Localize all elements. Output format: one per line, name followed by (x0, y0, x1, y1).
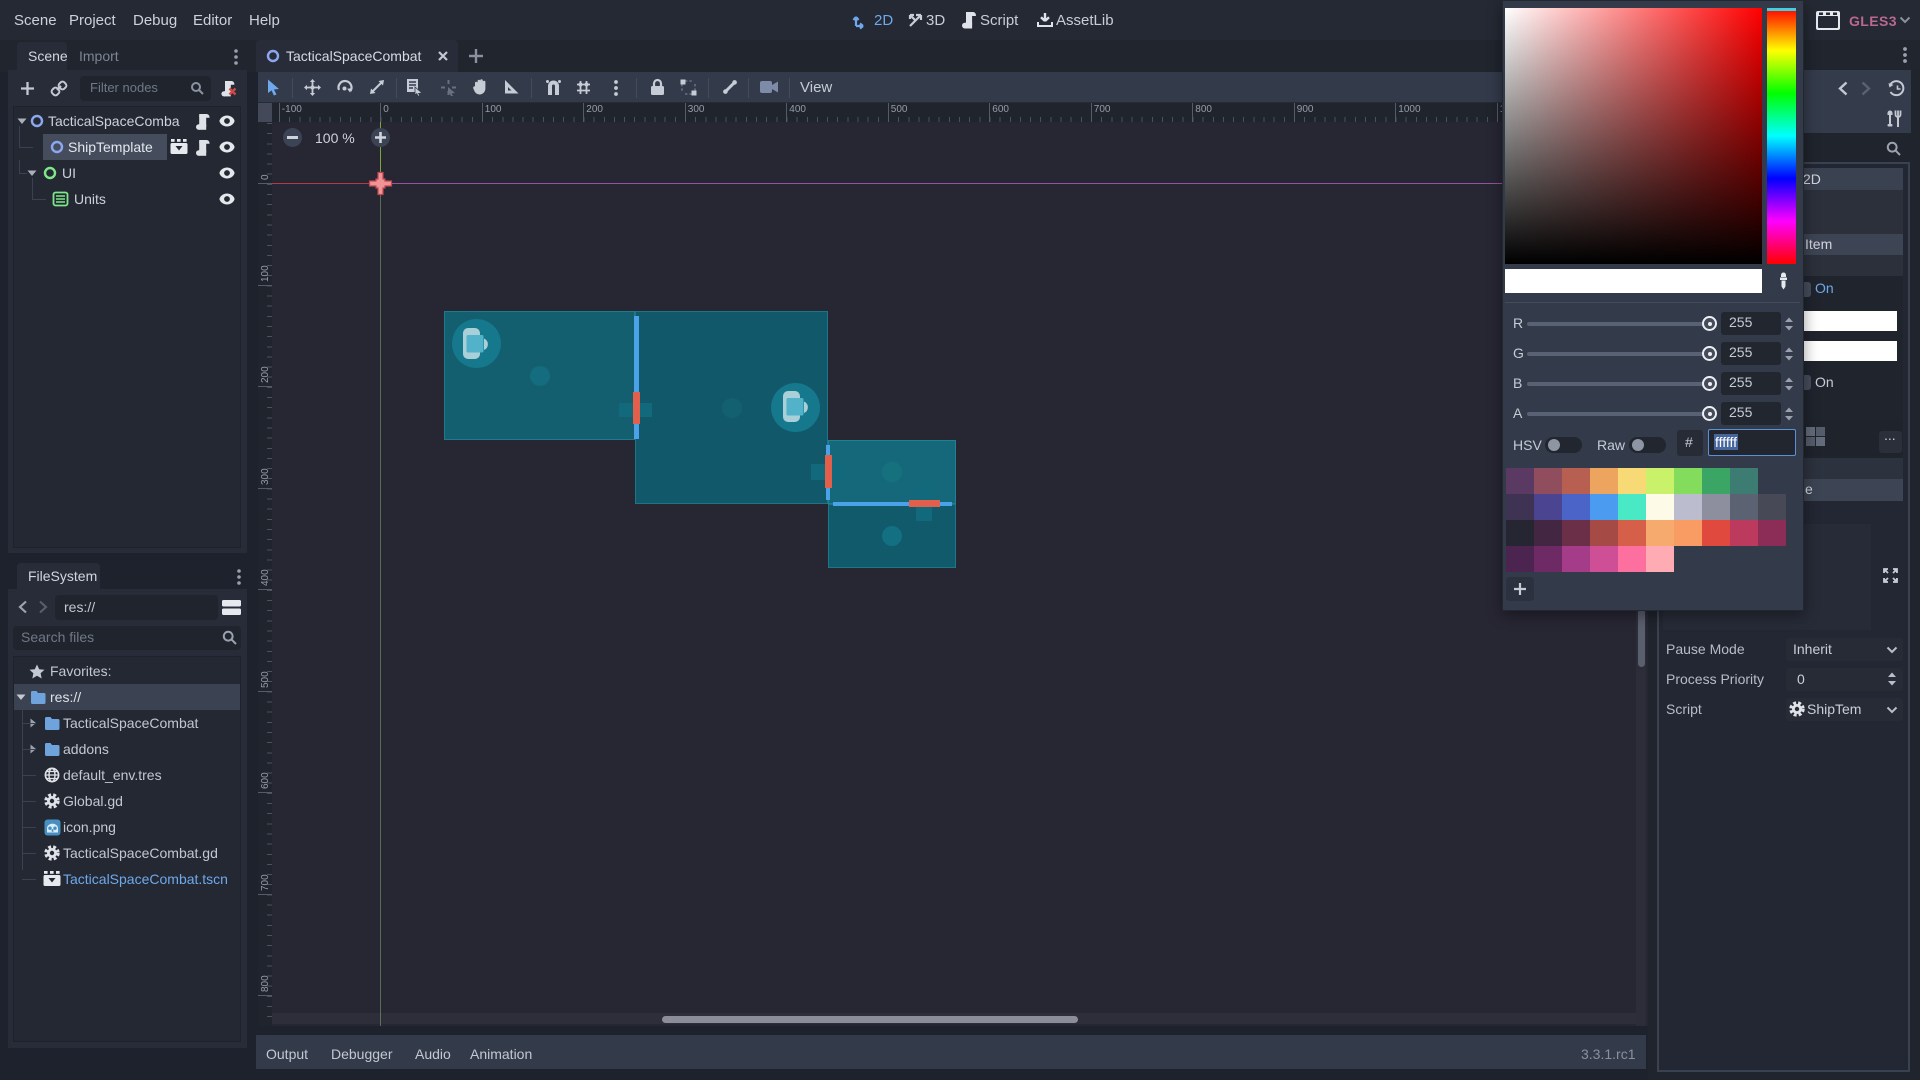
svg-text:700: 700 (260, 874, 271, 891)
svg-text:0: 0 (260, 174, 271, 180)
svg-text:600: 600 (260, 772, 271, 789)
svg-text:500: 500 (260, 671, 271, 688)
svg-text:100: 100 (260, 265, 271, 282)
svg-text:200: 200 (260, 366, 271, 383)
svg-text:800: 800 (260, 975, 271, 992)
svg-text:400: 400 (260, 569, 271, 586)
svg-text:300: 300 (260, 468, 271, 485)
